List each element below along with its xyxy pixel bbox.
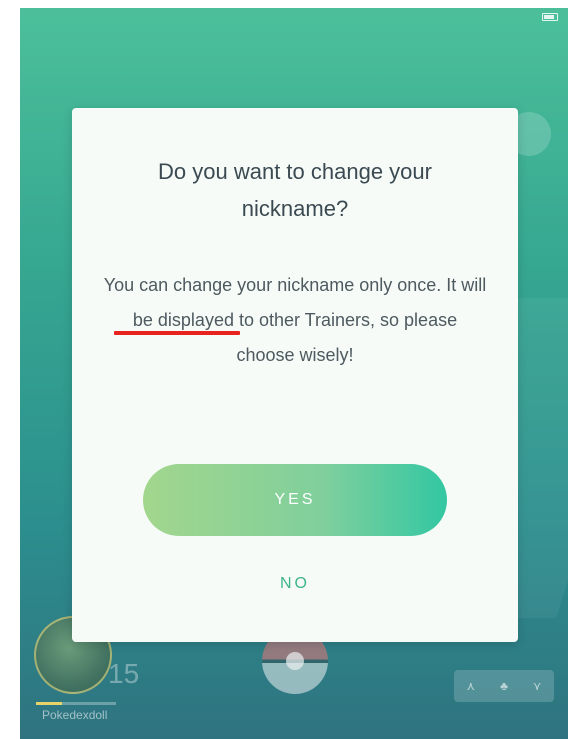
- status-right: [540, 12, 558, 21]
- dialog-title: Do you want to change your nickname?: [158, 159, 432, 221]
- xp-bar: [36, 702, 116, 705]
- xp-bar-fill: [36, 702, 62, 705]
- nearby-panel[interactable]: ⋏ ♣ ⋎: [454, 670, 554, 702]
- yes-button[interactable]: YES: [143, 464, 447, 536]
- nickname-change-dialog: Do you want to change your nickname? You…: [72, 108, 518, 642]
- battery-icon: [542, 12, 558, 21]
- game-screen: 15 Pokedexdoll ⋏ ♣ ⋎ Do you want to chan…: [20, 8, 568, 739]
- player-level: 15: [108, 658, 140, 689]
- footprint-icon: ⋏: [466, 679, 476, 693]
- footprint-icon: ⋎: [532, 679, 542, 693]
- no-button[interactable]: NO: [245, 564, 345, 604]
- dialog-message: You can change your nickname only once. …: [103, 275, 487, 365]
- status-bar: [20, 8, 568, 26]
- pokemon-silhouette-icon: ♣: [500, 679, 508, 693]
- highlight-underline: [114, 331, 240, 335]
- player-username: Pokedexdoll: [42, 708, 108, 722]
